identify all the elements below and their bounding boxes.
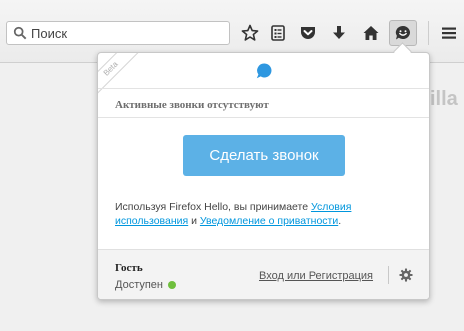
menu-button[interactable] (435, 20, 463, 46)
status-available-dot (168, 281, 177, 290)
header-divider (98, 88, 429, 89)
download-button[interactable] (325, 20, 353, 46)
home-button[interactable] (357, 20, 385, 46)
hello-panel: Beta Активные звонки отсутствуют Сделать… (97, 52, 430, 300)
user-name: Гость (115, 262, 143, 274)
download-icon (333, 26, 345, 39)
status-text: Доступен (115, 279, 164, 291)
pocket-icon (301, 27, 315, 39)
privacy-notice-link[interactable]: Уведомление о приватности (200, 215, 338, 227)
terms-suffix: . (338, 215, 342, 227)
pocket-button[interactable] (294, 20, 322, 46)
start-call-button[interactable]: Сделать звонок (183, 135, 345, 176)
search-input[interactable]: Поиск (6, 21, 230, 45)
menu-icon (442, 27, 456, 39)
gear-icon[interactable] (399, 268, 413, 282)
reading-list-button[interactable] (264, 20, 292, 46)
toolbar-separator (428, 21, 429, 45)
no-active-calls-label: Активные звонки отсутствуют (115, 99, 269, 111)
hello-icon (395, 25, 410, 40)
chat-bubble-icon (256, 63, 272, 79)
home-icon (363, 26, 379, 40)
search-placeholder: Поиск (31, 26, 68, 41)
reading-list-icon (271, 25, 285, 41)
bookmark-button[interactable] (236, 20, 264, 46)
background-page-text: illa (430, 88, 458, 110)
user-status: Доступен (115, 279, 177, 291)
section-divider (98, 117, 429, 118)
login-register-link[interactable]: Вход или Регистрация (259, 270, 373, 282)
footer-separator (388, 266, 389, 284)
panel-footer: Гость Доступен Вход или Регистрация (98, 249, 429, 299)
terms-text: Используя Firefox Hello, вы принимаете У… (115, 200, 415, 228)
search-icon (13, 26, 27, 40)
star-icon (241, 24, 259, 41)
beta-ribbon: Beta (98, 53, 142, 100)
terms-middle: и (188, 215, 200, 227)
terms-prefix: Используя Firefox Hello, вы принимаете (115, 201, 311, 213)
